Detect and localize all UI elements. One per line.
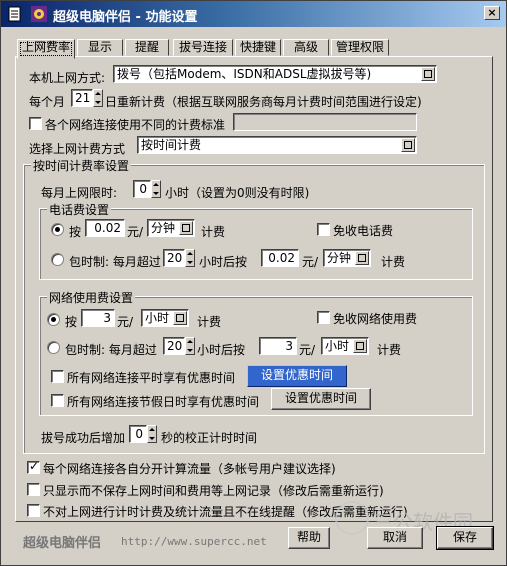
- access-value: 拨号（包括Modem、ISDN和ADSL虚拟拔号等): [117, 67, 372, 81]
- reset-day-spinner[interactable]: [93, 89, 103, 107]
- method-select[interactable]: 按时间计费: [137, 136, 417, 154]
- phone-group-title: 电话费设置: [47, 201, 112, 218]
- access-label: 本机上网方式:: [29, 71, 106, 85]
- cancel-button[interactable]: 取消: [367, 527, 423, 549]
- diff-standard-checkbox[interactable]: [29, 117, 42, 130]
- network-free-checkbox[interactable]: [317, 311, 330, 324]
- option-separate-traffic-label: 每个网络连接各自分开计算流量（多帐号用户建议选择): [43, 462, 336, 476]
- diff-standard-label: 各个网络连接使用不同的计费标准: [45, 118, 226, 132]
- dropdown-icon[interactable]: [353, 339, 367, 353]
- network-unit-label: 元/: [117, 315, 134, 329]
- dial-prefix: 拔号成功后增加: [41, 431, 126, 445]
- dial-suffix: 秒的校正计时时间: [161, 431, 258, 445]
- access-select[interactable]: 拨号（包括Modem、ISDN和ADSL虚拟拔号等): [113, 65, 437, 83]
- network-package-prefix: 包时制: 每月超过: [65, 343, 157, 357]
- limit-suffix: 小时（设置为0则没有时限): [165, 186, 310, 200]
- method-label: 选择上网计费方式: [29, 142, 126, 156]
- app-logo-icon: [31, 6, 47, 22]
- phone-per-prefix: 按: [69, 225, 82, 239]
- limit-spinner[interactable]: [151, 180, 161, 198]
- option-no-save-label: 只显示而不保存上网时间和费用等上网记录（修改后需重新运行): [43, 484, 384, 498]
- weekday-discount-button[interactable]: 设置优惠时间: [247, 365, 347, 387]
- network-unit-select[interactable]: 小时: [141, 309, 189, 327]
- reset-prefix: 每个月: [29, 95, 66, 109]
- footer-brand: 超级电脑伴侣: [23, 536, 102, 551]
- watermark-logo-icon: [335, 501, 369, 535]
- tab-reminder[interactable]: 提醒: [125, 39, 169, 56]
- option-no-save-checkbox[interactable]: [27, 483, 40, 496]
- phone-package-unit-label: 元/: [302, 255, 319, 269]
- method-value: 按时间计费: [141, 138, 202, 152]
- phone-package-mid: 小时后按: [199, 255, 248, 269]
- network-group-title: 网络使用费设置: [47, 289, 136, 306]
- dropdown-icon[interactable]: [173, 311, 187, 325]
- tab-advanced[interactable]: 高级: [283, 39, 329, 56]
- network-unit-value: 小时: [145, 311, 170, 325]
- network-price-input[interactable]: 3: [81, 309, 115, 327]
- help-button[interactable]: 帮助: [288, 527, 330, 549]
- option-separate-traffic-checkbox[interactable]: [27, 459, 40, 474]
- phone-package-unit-select[interactable]: 分钟: [323, 249, 371, 267]
- holiday-discount-checkbox[interactable]: [51, 394, 64, 407]
- phone-package-suffix: 计费: [381, 255, 406, 269]
- tab-permissions[interactable]: 管理权限: [331, 39, 389, 56]
- save-button[interactable]: 保存: [436, 526, 494, 550]
- phone-per-radio[interactable]: [51, 223, 64, 236]
- weekday-discount-label: 所有网络连接平时享有优惠时间: [67, 371, 236, 385]
- footer-url[interactable]: http://www.supercc.net: [121, 535, 267, 548]
- network-package-radio[interactable]: [47, 341, 60, 354]
- network-per-prefix: 按: [65, 315, 78, 329]
- dial-seconds-input[interactable]: 0: [129, 425, 147, 443]
- tab-display[interactable]: 显示: [77, 39, 123, 56]
- phone-unit-select[interactable]: 分钟: [147, 219, 195, 237]
- diff-standard-select[interactable]: [233, 113, 417, 131]
- reset-day-input[interactable]: 21: [71, 89, 93, 107]
- phone-unit-value: 分钟: [151, 221, 176, 235]
- window-title: 超级电脑伴侣 - 功能设置: [53, 10, 198, 25]
- network-package-unit-value: 小时: [325, 339, 350, 353]
- network-package-mid: 小时后按: [197, 343, 246, 357]
- reset-suffix: 日重新计费（根据互联网服务商每月计费时间范围进行设定): [105, 95, 422, 109]
- dial-seconds-spinner[interactable]: [147, 425, 157, 443]
- phone-unit-label: 元/: [127, 225, 144, 239]
- phone-package-prefix: 包时制: 每月超过: [69, 255, 161, 269]
- network-package-price-input[interactable]: 3: [259, 337, 297, 355]
- title-bar[interactable]: 超级电脑伴侣 - 功能设置 ×: [1, 1, 506, 27]
- phone-free-label: 免收电话费: [333, 224, 394, 238]
- phone-package-unit-value: 分钟: [327, 251, 352, 265]
- network-per-suffix: 计费: [197, 315, 222, 329]
- network-package-unit-label: 元/: [299, 343, 316, 357]
- limit-input[interactable]: 0: [133, 180, 151, 198]
- network-free-label: 免收网络使用费: [333, 312, 418, 326]
- phone-hours-input[interactable]: 20: [163, 249, 185, 267]
- holiday-discount-button[interactable]: 设置优惠时间: [271, 388, 371, 410]
- network-package-suffix: 计费: [377, 343, 402, 357]
- close-button[interactable]: ×: [484, 6, 500, 20]
- menu-doc-icon[interactable]: [7, 6, 23, 22]
- tab-dialup[interactable]: 拔号连接: [173, 39, 233, 56]
- dropdown-icon[interactable]: [355, 251, 369, 265]
- phone-free-checkbox[interactable]: [317, 223, 330, 236]
- tab-hotkeys[interactable]: 快捷键: [235, 39, 281, 56]
- phone-per-suffix: 计费: [201, 225, 226, 239]
- phone-package-price-input[interactable]: 0.02: [261, 249, 299, 267]
- network-hours-spinner[interactable]: [185, 337, 195, 355]
- weekday-discount-checkbox[interactable]: [51, 370, 64, 383]
- dropdown-icon[interactable]: [179, 221, 193, 235]
- phone-price-input[interactable]: 0.02: [85, 219, 125, 237]
- network-package-unit-select[interactable]: 小时: [321, 337, 369, 355]
- tab-rate[interactable]: 上网费率: [17, 39, 75, 59]
- settings-window: 超级电脑伴侣 - 功能设置 × 上网费率 显示 提醒 拔号连接 快捷键 高级 管…: [0, 0, 507, 566]
- limit-prefix: 每月上网限时:: [41, 186, 118, 200]
- option-no-timing-checkbox[interactable]: [27, 504, 40, 517]
- phone-package-radio[interactable]: [51, 253, 64, 266]
- dropdown-icon[interactable]: [401, 138, 415, 152]
- holiday-discount-label: 所有网络连接节假日时享有优惠时间: [67, 395, 260, 409]
- phone-hours-spinner[interactable]: [185, 249, 195, 267]
- network-per-radio[interactable]: [47, 313, 60, 326]
- dropdown-icon[interactable]: [421, 67, 435, 81]
- network-hours-input[interactable]: 20: [163, 337, 185, 355]
- rate-group-title: 按时间计费率设置: [31, 157, 132, 174]
